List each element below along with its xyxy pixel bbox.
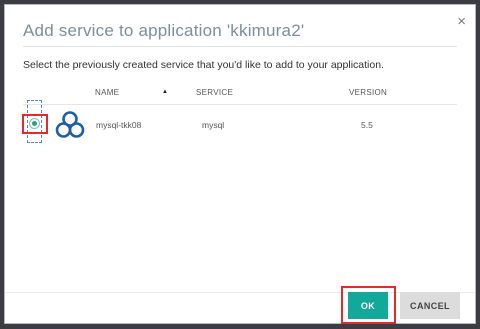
mysql-triangle-logo-icon — [55, 111, 85, 138]
column-header-service[interactable]: SERVICE — [196, 88, 233, 97]
add-service-dialog: Add service to application 'kkimura2' × … — [4, 4, 476, 324]
cancel-button[interactable]: CANCEL — [400, 292, 460, 319]
column-header-name[interactable]: NAME — [95, 88, 119, 97]
service-type-cell: mysql — [202, 120, 225, 130]
sort-ascending-icon[interactable]: ▲ — [162, 89, 168, 95]
service-select-radio[interactable] — [29, 118, 40, 129]
header-divider — [23, 104, 457, 105]
title-divider — [23, 46, 457, 47]
dialog-description: Select the previously created service th… — [23, 59, 384, 71]
column-header-version[interactable]: VERSION — [349, 88, 387, 97]
dialog-title: Add service to application 'kkimura2' — [23, 21, 305, 40]
service-name-cell: mysql-tkk08 — [96, 120, 142, 130]
service-version-cell: 5.5 — [361, 120, 373, 130]
ok-button[interactable]: OK — [348, 292, 388, 319]
close-icon[interactable]: × — [457, 14, 466, 29]
